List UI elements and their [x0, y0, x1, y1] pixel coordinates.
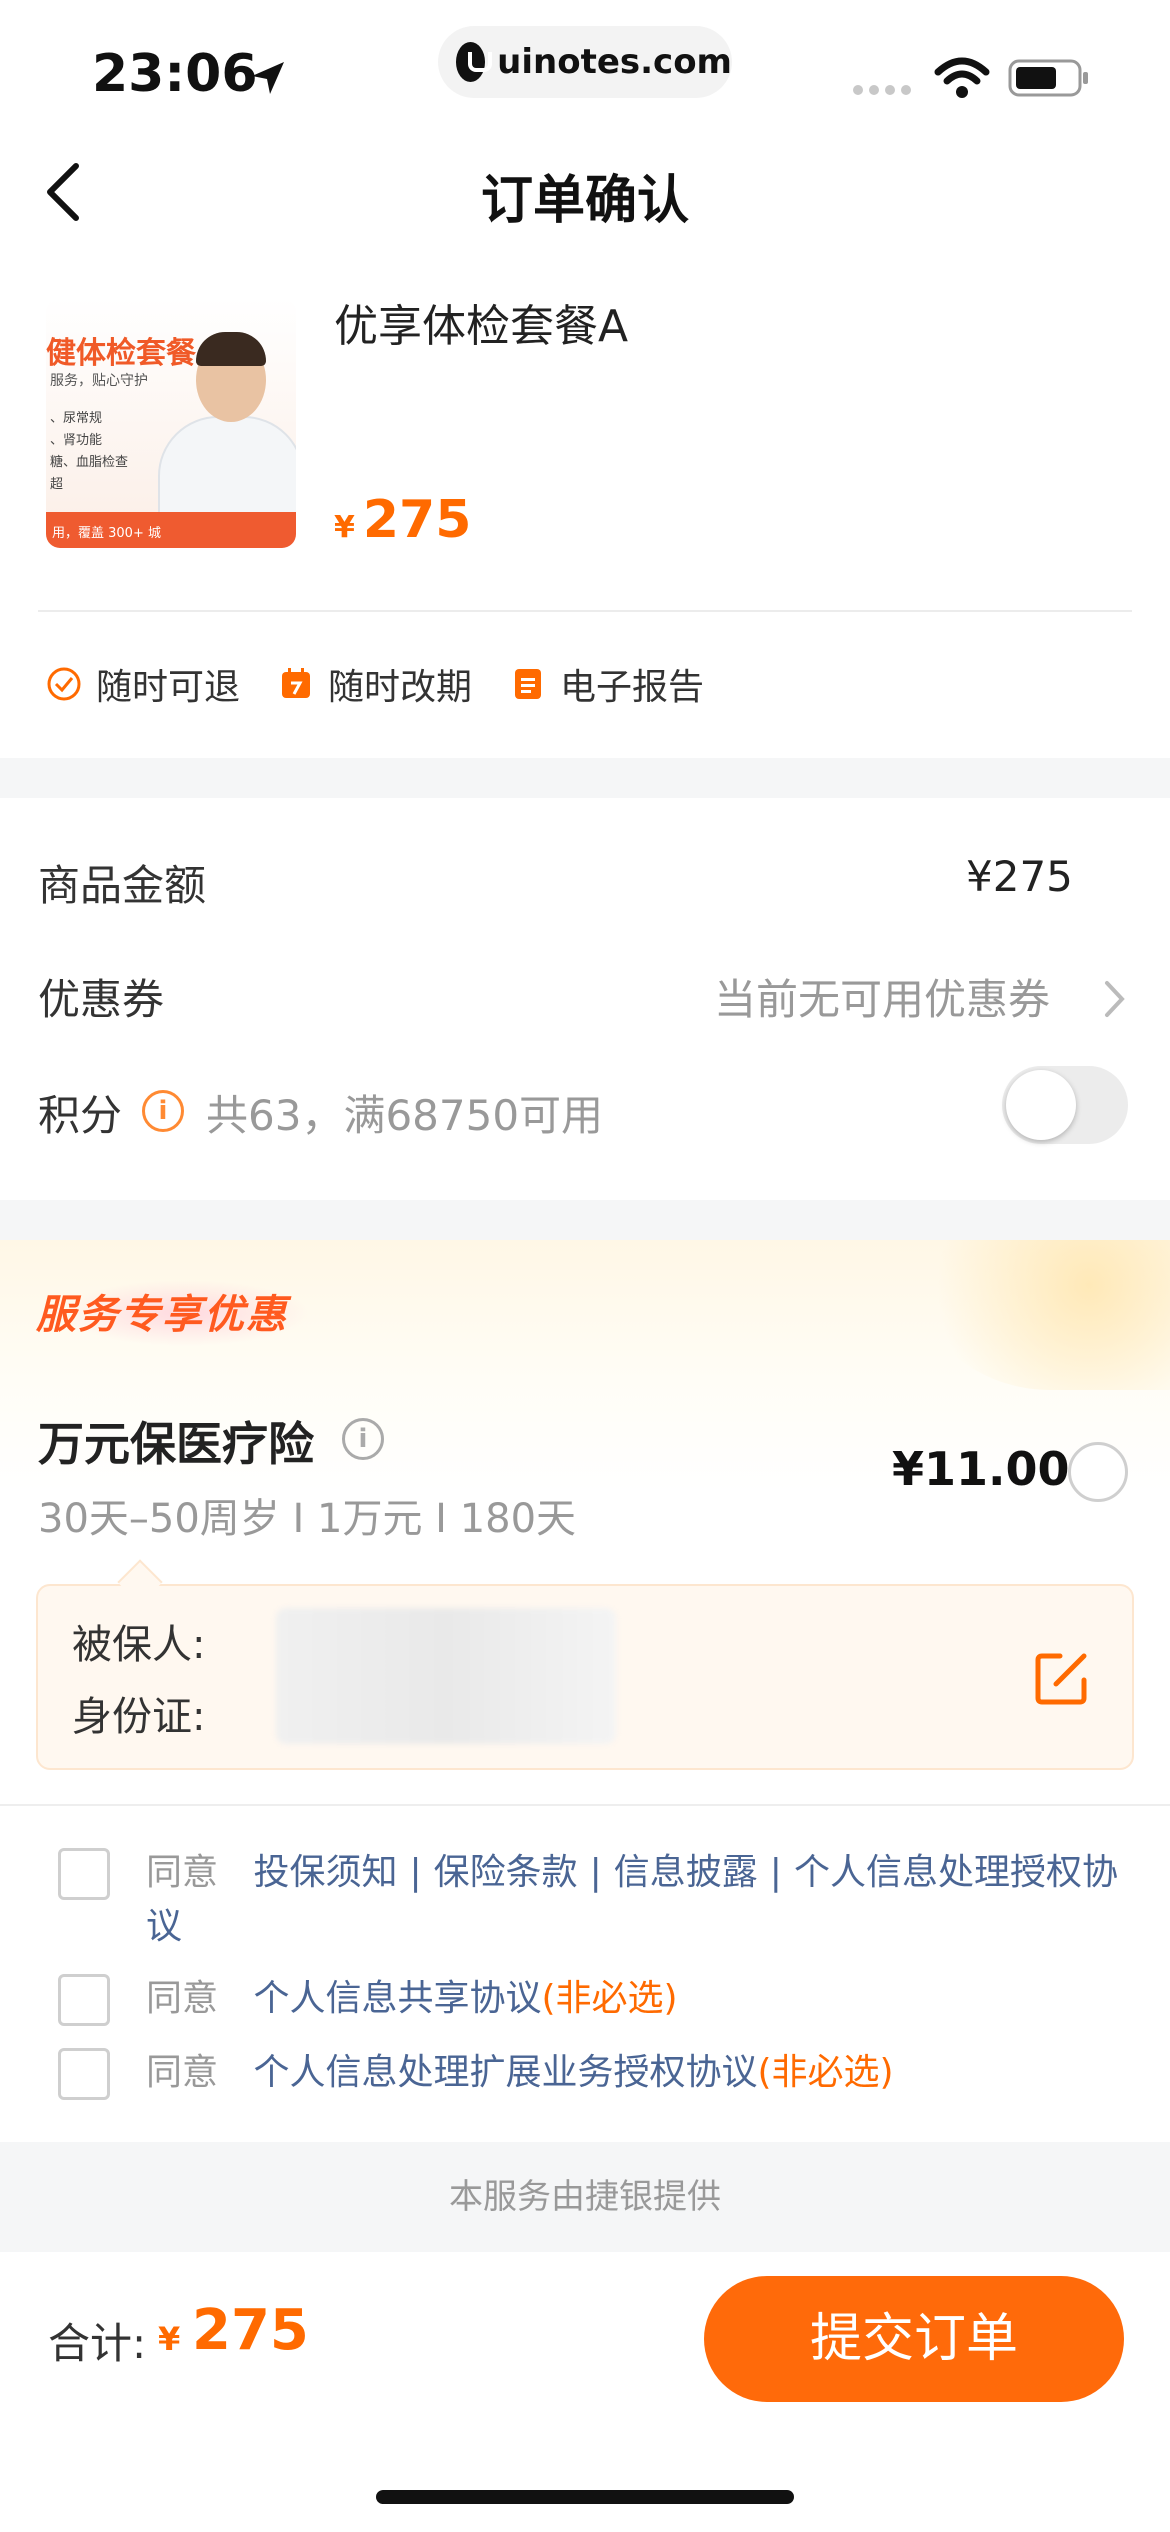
insurance-price: ¥11.00 [892, 1442, 1070, 1496]
agreement-checkbox-2[interactable] [58, 1974, 110, 2026]
feature-reschedule: 随时改期 [278, 658, 472, 710]
location-arrow-icon [252, 62, 284, 94]
url-text: uinotes.com [497, 42, 732, 82]
agree-word: 同意 [146, 2052, 219, 2093]
goods-amount-label: 商品金额 [38, 861, 207, 910]
separator: | [589, 1852, 602, 1893]
insurance-desc: 30天–50周岁 I 1万元 I 180天 [38, 1496, 577, 1542]
agree-word: 同意 [146, 1978, 219, 2019]
product-image-line: 、肾功能 [50, 433, 103, 448]
product-price: ¥275 [334, 490, 471, 550]
product-image-line: 超 [50, 477, 64, 492]
price-value: 275 [362, 490, 472, 550]
id-card-label: 身份证: [72, 1694, 206, 1740]
wifi-icon [934, 57, 990, 98]
insurance-info-icon[interactable]: i [342, 1418, 384, 1460]
check-circle-icon [47, 667, 81, 701]
chevron-right-icon[interactable] [1102, 978, 1128, 1020]
agree-word: 同意 [146, 1852, 219, 1893]
agreement-row-1: 同意 投保须知 | 保险条款 | 信息披露 | 个人信息处理授权协议 [146, 1846, 1126, 1954]
product-image-footer: 用，覆盖 300+ 城 [46, 512, 296, 548]
divider [0, 1804, 1170, 1806]
feature-report: 电子报告 [510, 658, 704, 710]
insured-label: 被保人: [72, 1622, 206, 1668]
product-image-banner: 健体检套餐A [46, 336, 220, 371]
calendar-icon [282, 668, 310, 698]
product-image-line: 糖、血脂检查 [50, 455, 129, 470]
service-provider-note: 本服务由捷银提供 [0, 2142, 1170, 2252]
site-logo-icon [456, 42, 493, 82]
product-image-subtitle: 服务，贴心守护 [50, 373, 148, 389]
insurance-select-radio[interactable] [1068, 1442, 1128, 1502]
link-insurance-notice[interactable]: 投保须知 [253, 1852, 397, 1893]
coupon-value[interactable]: 当前无可用优惠券 [714, 966, 1050, 1027]
service-tag: 服务专享优惠 [36, 1292, 288, 1338]
submit-order-button[interactable]: 提交订单 [704, 2276, 1124, 2402]
price-symbol: ¥ [334, 510, 355, 545]
url-pill[interactable]: uinotes.com [438, 26, 732, 98]
product-image[interactable]: 健体检套餐A 服务，贴心守护 、尿常规 、肾功能 糖、血脂检查 超 用，覆盖 3… [46, 298, 296, 548]
product-image-list: 、尿常规 、肾功能 糖、血脂检查 超 [50, 408, 128, 496]
section-gap [0, 1200, 1170, 1240]
battery-icon [1008, 59, 1088, 97]
link-insurance-terms[interactable]: 保险条款 [434, 1852, 578, 1893]
agreement-checkbox-3[interactable] [58, 2048, 110, 2100]
goods-amount-value: ¥275 [966, 852, 1073, 901]
points-info-icon[interactable]: i [142, 1090, 184, 1132]
status-bar: 23:06 uinotes.com [0, 0, 1170, 140]
divider [38, 610, 1132, 612]
feature-refund: 随时可退 [46, 658, 240, 710]
total-value: 275 [192, 2298, 309, 2363]
feature-label: 随时改期 [328, 667, 473, 708]
product-image-line: 、尿常规 [50, 411, 103, 426]
product-name: 优享体检套餐A [334, 301, 629, 352]
section-gap [0, 758, 1170, 798]
home-indicator[interactable] [376, 2490, 794, 2504]
status-time: 23:06 [92, 44, 258, 104]
link-info-disclosure[interactable]: 信息披露 [614, 1852, 758, 1893]
cellular-signal-icon [853, 85, 911, 95]
coupon-label[interactable]: 优惠券 [38, 966, 164, 1027]
total-currency: ¥ [158, 2320, 181, 2358]
doctor-hair [196, 332, 266, 366]
feature-label: 电子报告 [560, 667, 705, 708]
redacted-personal-info [276, 1608, 616, 1744]
edit-icon[interactable] [1034, 1650, 1090, 1706]
feature-label: 随时可退 [96, 667, 241, 708]
agreement-row-3: 同意 个人信息处理扩展业务授权协议(非必选) [146, 2046, 1126, 2100]
points-desc: 共63，满68750可用 [206, 1091, 604, 1140]
total-label: 合计: [48, 2319, 147, 2368]
link-extended-authorization[interactable]: 个人信息处理扩展业务授权协议 [253, 2052, 757, 2093]
points-label: 积分 [38, 1091, 123, 1140]
link-info-sharing[interactable]: 个人信息共享协议 [253, 1978, 541, 2019]
insurance-title: 万元保医疗险 [38, 1417, 314, 1471]
optional-tag: (非必选) [757, 2052, 894, 2093]
separator: | [409, 1852, 422, 1893]
toggle-knob [1006, 1070, 1076, 1140]
document-icon [515, 669, 541, 699]
separator: | [769, 1852, 782, 1893]
points-toggle[interactable] [1002, 1066, 1128, 1144]
agreement-checkbox-1[interactable] [58, 1848, 110, 1900]
agreement-row-2: 同意 个人信息共享协议(非必选) [146, 1972, 1126, 2026]
page-title: 订单确认 [480, 171, 689, 231]
optional-tag: (非必选) [541, 1978, 678, 2019]
